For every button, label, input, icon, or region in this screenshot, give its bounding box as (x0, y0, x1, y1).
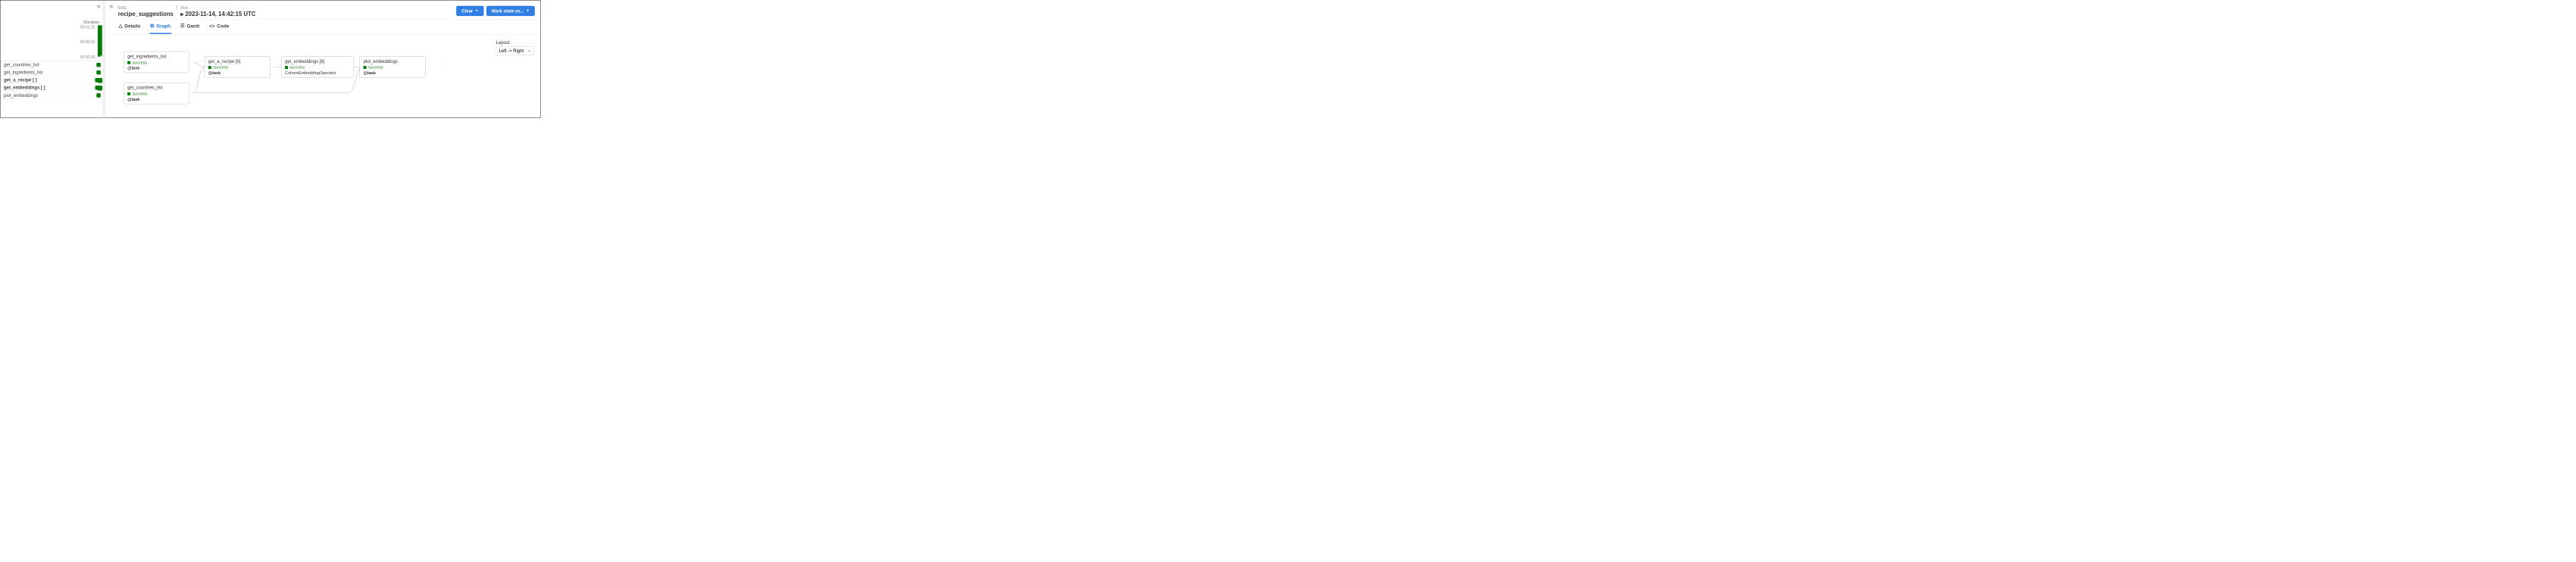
tab-label: Code (217, 23, 229, 28)
graph-canvas[interactable]: Layout: Left -> Right get_ingredients_li… (105, 34, 540, 117)
expand-panel-icon[interactable]: » (109, 2, 113, 11)
node-status: success (364, 65, 422, 70)
layout-control: Layout: Left -> Right (496, 40, 533, 55)
graph-node-get-countries-list[interactable]: get_countries_list success @task (123, 83, 189, 104)
mark-state-button[interactable]: Mark state as... ▼ (486, 6, 535, 16)
graph-node-get-embeddings[interactable]: get_embeddings [6] success CohereEmbeddi… (281, 56, 354, 77)
task-name: get_countries_list (4, 62, 39, 67)
task-name: get_ingredients_list (4, 70, 42, 75)
task-list: get_countries_list get_ingredients_list … (0, 61, 102, 99)
node-status: success (285, 65, 350, 70)
view-tabs: △ Details ⊞ Graph ☰ Gantt <> Code (105, 20, 540, 35)
task-row[interactable]: plot_embeddings (0, 92, 102, 99)
node-operator: @task (127, 66, 186, 70)
task-row[interactable]: get_embeddings [ ] (0, 84, 102, 92)
status-success-icon (96, 63, 100, 67)
task-name: get_a_recipe [ ] (4, 77, 37, 83)
graph-node-get-a-recipe[interactable]: get_a_recipe [6] success @task (205, 56, 270, 77)
node-title: plot_embeddings (364, 58, 422, 64)
tab-gantt[interactable]: ☰ Gantt (180, 20, 200, 34)
dag-label: DAG (118, 6, 174, 10)
node-title: get_countries_list (127, 85, 186, 90)
status-success-icon (96, 93, 100, 97)
clear-button[interactable]: Clear ▼ (456, 6, 483, 16)
gantt-icon: ☰ (180, 23, 185, 29)
node-operator: @task (208, 70, 267, 75)
collapse-panel-icon[interactable]: « (97, 2, 101, 11)
run-label: Run (180, 6, 255, 10)
tab-label: Gantt (187, 23, 200, 28)
task-list-panel: « Duration 00:01:25 00:00:42 00:00:00 ge… (0, 0, 105, 117)
run-time[interactable]: ▶ 2023-11-14, 14:42:15 UTC (180, 11, 255, 17)
task-name: get_embeddings [ ] (4, 85, 45, 90)
status-success-icon (364, 66, 367, 69)
status-success-icon (127, 61, 130, 64)
tab-code[interactable]: <> Code (208, 20, 230, 34)
node-operator: @task (364, 70, 422, 75)
status-success-icon (127, 92, 130, 95)
layout-label: Layout: (496, 40, 533, 45)
chevron-down-icon: ▼ (475, 9, 479, 13)
status-success-multi-icon (95, 78, 100, 82)
task-row[interactable]: get_ingredients_list (0, 69, 102, 76)
clear-label: Clear (461, 8, 473, 14)
breadcrumb: DAG recipe_suggestions / Run ▶ 2023-11-1… (105, 0, 540, 19)
run-time-text: 2023-11-14, 14:42:15 UTC (185, 11, 255, 17)
dag-name[interactable]: recipe_suggestions (118, 11, 174, 17)
graph-icon: ⊞ (150, 23, 154, 29)
layout-select[interactable]: Left -> Right (496, 46, 533, 55)
tab-details[interactable]: △ Details (118, 20, 142, 34)
task-row[interactable]: get_countries_list (0, 61, 102, 69)
code-icon: <> (209, 23, 214, 28)
time-tick: 00:01:25 (80, 25, 95, 29)
main-panel: » DAG recipe_suggestions / Run ▶ 2023-11… (105, 0, 540, 117)
run-duration-bar[interactable] (98, 25, 102, 56)
node-status: success (208, 65, 267, 70)
task-row[interactable]: get_a_recipe [ ] (0, 76, 102, 84)
task-name: plot_embeddings (4, 92, 38, 98)
status-success-icon (96, 70, 100, 74)
chevron-down-icon: ▼ (526, 9, 530, 13)
graph-node-plot-embeddings[interactable]: plot_embeddings success @task (359, 56, 425, 77)
node-title: get_a_recipe [6] (208, 58, 267, 64)
status-success-icon (208, 66, 211, 69)
node-title: get_ingredients_list (127, 54, 186, 59)
graph-node-get-ingredients-list[interactable]: get_ingredients_list success @task (123, 52, 189, 73)
node-title: get_embeddings [6] (285, 58, 350, 64)
tab-graph[interactable]: ⊞ Graph (149, 20, 171, 34)
status-success-multi-icon (95, 86, 100, 89)
tab-label: Details (124, 23, 140, 28)
warning-icon: △ (119, 23, 123, 29)
tab-label: Graph (156, 23, 170, 28)
breadcrumb-separator: / (177, 4, 178, 11)
node-operator: CohereEmbeddingOperator (285, 70, 350, 75)
status-success-icon (285, 66, 288, 69)
node-status: success (127, 60, 186, 64)
mark-state-label: Mark state as... (492, 8, 524, 14)
time-tick: 00:00:00 (80, 55, 95, 59)
time-tick: 00:00:42 (80, 40, 95, 44)
node-operator: @task (127, 97, 186, 101)
play-icon: ▶ (180, 12, 183, 17)
node-status: success (127, 91, 186, 95)
run-timeline: 00:01:25 00:00:42 00:00:00 (0, 25, 102, 60)
current-run-marker-icon (101, 55, 103, 59)
